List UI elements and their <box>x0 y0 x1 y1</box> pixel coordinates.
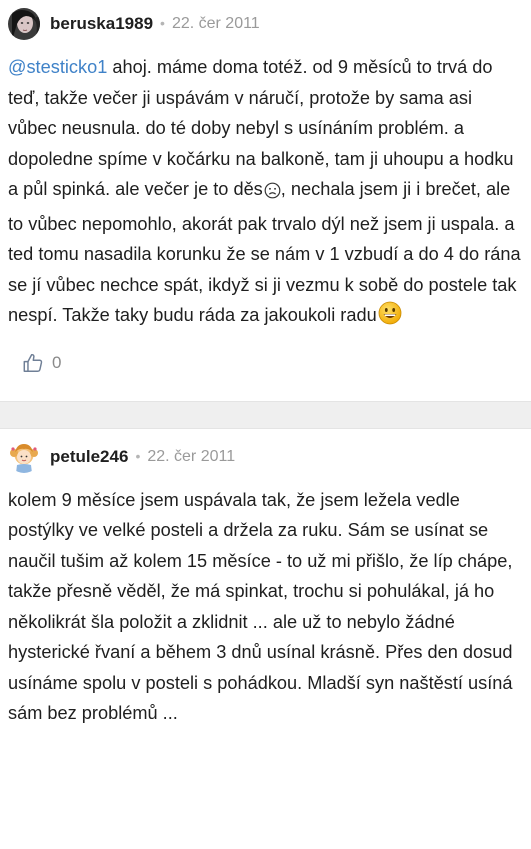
post-separator <box>0 400 531 429</box>
thumbs-up-icon <box>23 353 43 372</box>
grinning-face-emoji-icon <box>378 301 402 335</box>
cartoon-girl-avatar-icon <box>8 440 40 473</box>
sad-face-emoji-icon <box>264 178 281 209</box>
like-count: 0 <box>52 352 62 372</box>
post-header: beruska1989 • 22. čer 2011 <box>0 0 531 48</box>
post-date: 22. čer 2011 <box>147 447 236 465</box>
user-mention-link[interactable]: @stesticko1 <box>8 57 107 77</box>
comment-post: petule246 • 22. čer 2011 kolem 9 měsíce … <box>0 428 531 729</box>
username[interactable]: petule246 <box>50 447 128 467</box>
avatar-photo-icon <box>8 8 40 40</box>
post-text: @stesticko1 ahoj. máme doma totéž. od 9 … <box>0 52 531 335</box>
comment-thread: beruska1989 • 22. čer 2011 @stesticko1 a… <box>0 0 531 729</box>
username[interactable]: beruska1989 <box>50 14 153 34</box>
post-date: 22. čer 2011 <box>171 15 260 32</box>
separator-dot: • <box>160 15 165 31</box>
separator-dot: • <box>135 447 141 464</box>
user-avatar[interactable] <box>8 440 40 473</box>
post-actions: 0 <box>0 341 531 385</box>
like-button[interactable]: 0 <box>22 352 61 374</box>
comment-post: beruska1989 • 22. čer 2011 @stesticko1 a… <box>0 0 531 385</box>
post-header: petule246 • 22. čer 2011 <box>0 429 531 485</box>
post-text: kolem 9 měsíce jsem uspávala tak, že jse… <box>8 489 513 724</box>
post-text-part: ahoj. máme doma totéž. od 9 měsíců to tr… <box>8 57 514 199</box>
user-avatar[interactable] <box>8 8 40 40</box>
